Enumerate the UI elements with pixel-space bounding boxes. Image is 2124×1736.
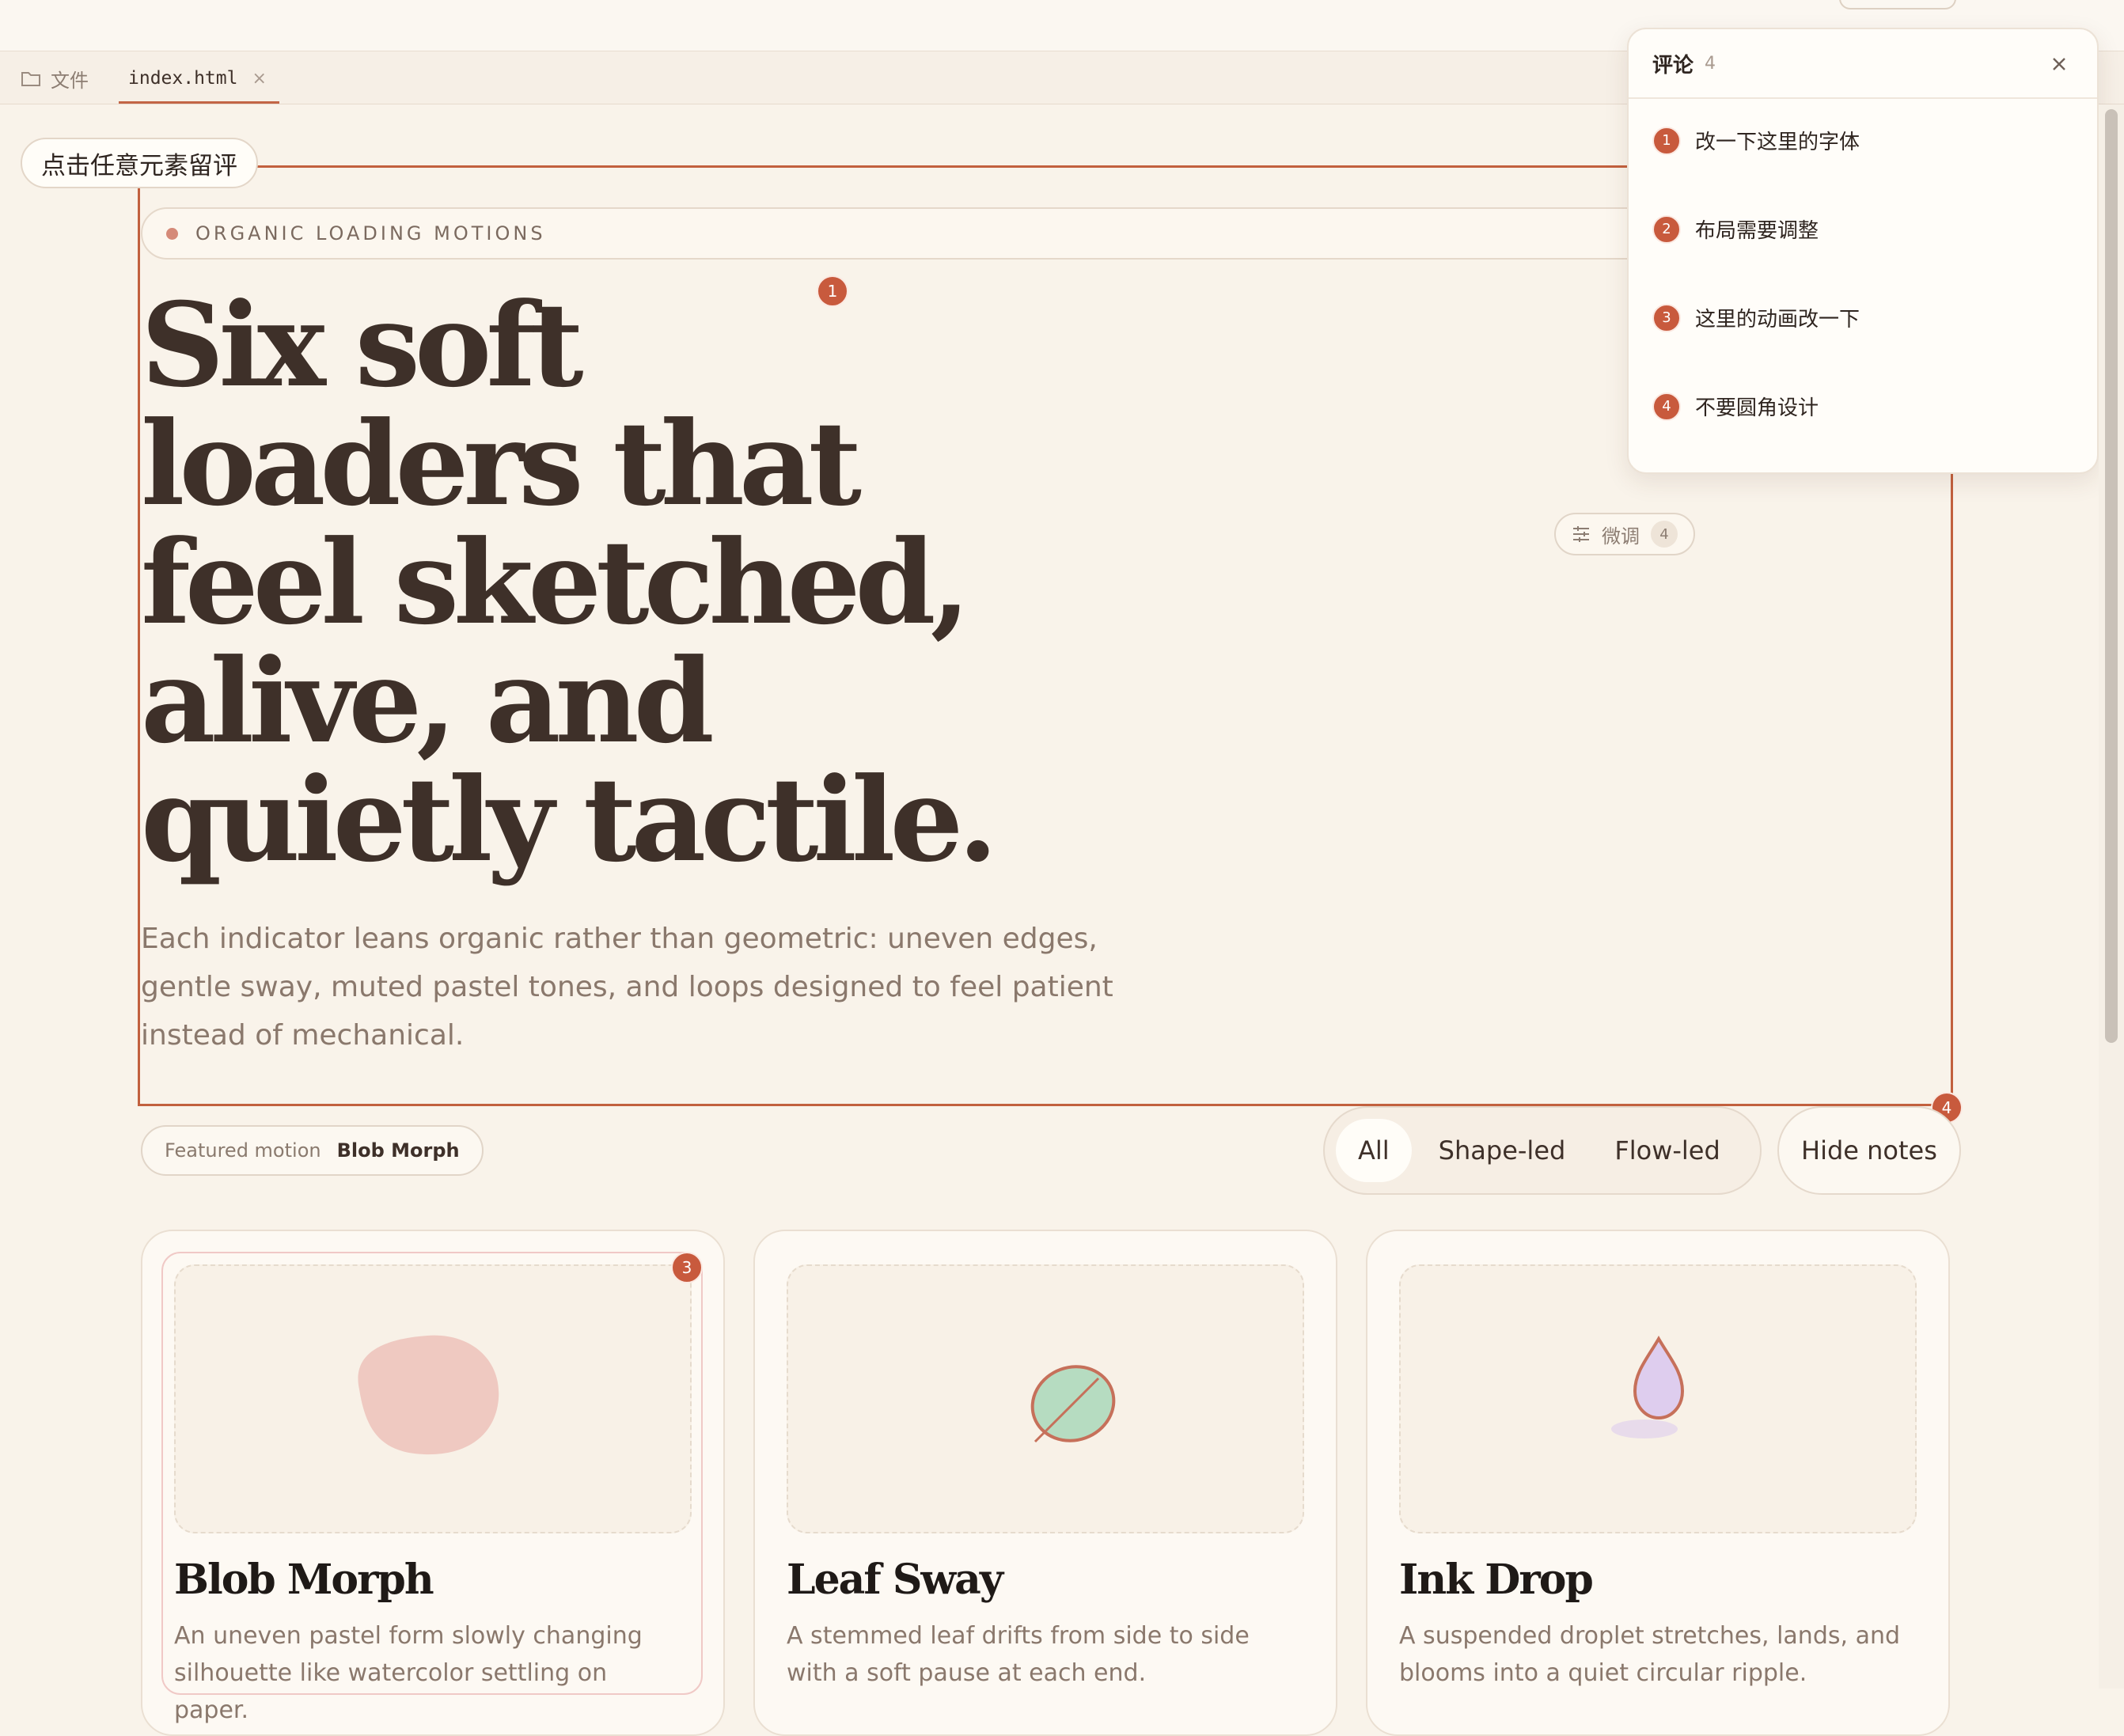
comment-number-badge: 4 xyxy=(1652,392,1681,421)
tab-files[interactable]: 文件 xyxy=(21,65,89,92)
hero-description: Each indicator leans organic rather than… xyxy=(141,923,1113,1052)
loader-card-leaf-sway[interactable]: Leaf Sway A stemmed leaf drifts from sid… xyxy=(753,1230,1337,1736)
selected-card-outline xyxy=(161,1252,703,1695)
tab-index-html[interactable]: index.html × xyxy=(119,55,279,104)
hide-notes-button[interactable]: Hide notes xyxy=(1777,1106,1961,1195)
comment-pin-1[interactable]: 1 xyxy=(817,275,848,307)
sliders-icon xyxy=(1573,526,1589,542)
comment-item[interactable]: 2 布局需要调整 xyxy=(1652,214,1819,244)
comment-hint-pill: 点击任意元素留评 xyxy=(21,138,258,188)
close-icon[interactable] xyxy=(2046,51,2072,77)
comment-number-badge: 1 xyxy=(1652,126,1681,155)
comment-text: 改一下这里的字体 xyxy=(1695,131,1860,154)
close-icon[interactable]: × xyxy=(252,69,266,89)
preview-stage xyxy=(1399,1264,1917,1533)
comment-item[interactable]: 1 改一下这里的字体 xyxy=(1652,126,1860,155)
comment-pin-3[interactable]: 3 xyxy=(671,1252,703,1283)
loader-card-ink-drop[interactable]: Ink Drop A suspended droplet stretches, … xyxy=(1366,1230,1950,1736)
featured-value: Blob Morph xyxy=(336,1139,460,1162)
eyebrow-label: ORGANIC LOADING MOTIONS xyxy=(195,222,546,244)
dot-icon xyxy=(166,227,178,240)
eyebrow-badge: ORGANIC LOADING MOTIONS xyxy=(141,207,1771,260)
comment-item[interactable]: 3 这里的动画改一下 xyxy=(1652,303,1860,332)
tab-files-label: 文件 xyxy=(51,69,89,92)
card-description: A stemmed leaf drifts from side to side … xyxy=(787,1622,1250,1687)
folder-icon xyxy=(21,72,40,86)
featured-motion-chip[interactable]: Featured motion Blob Morph xyxy=(141,1125,484,1176)
tweak-label: 微调 xyxy=(1602,525,1640,548)
hero-headline: Six soft loaders that feel sketched, ali… xyxy=(141,278,998,888)
comments-panel: 评论 4 1 改一下这里的字体 2 布局需要调整 3 这里的动画改一下 4 不要… xyxy=(1627,28,2099,474)
filter-shape-led[interactable]: Shape-led xyxy=(1417,1119,1588,1182)
comment-number-badge: 3 xyxy=(1652,303,1681,332)
preview-stage xyxy=(787,1264,1304,1533)
card-description: A suspended droplet stretches, lands, an… xyxy=(1399,1622,1901,1687)
scrollbar-thumb[interactable] xyxy=(2105,109,2118,1043)
featured-label: Featured motion xyxy=(165,1139,321,1162)
filter-all[interactable]: All xyxy=(1336,1119,1412,1182)
comment-text: 这里的动画改一下 xyxy=(1695,308,1860,332)
filter-segmented-control: All Shape-led Flow-led xyxy=(1323,1106,1762,1195)
comment-number-badge: 2 xyxy=(1652,214,1681,244)
toolbar-button[interactable] xyxy=(1839,0,1956,9)
leaf-icon xyxy=(1030,1365,1116,1443)
comment-item[interactable]: 4 不要圆角设计 xyxy=(1652,392,1819,421)
card-title: Ink Drop xyxy=(1399,1556,1594,1604)
comments-count: 4 xyxy=(1705,53,1716,74)
filter-flow-led[interactable]: Flow-led xyxy=(1592,1119,1742,1182)
comment-text: 布局需要调整 xyxy=(1695,219,1819,243)
comments-panel-title: 评论 xyxy=(1652,53,1694,78)
tweak-count-badge: 4 xyxy=(1651,521,1678,548)
tweak-button[interactable]: 微调 4 xyxy=(1554,513,1695,555)
comments-panel-header: 评论 4 xyxy=(1629,29,2097,99)
comment-text: 不要圆角设计 xyxy=(1695,396,1819,420)
ink-drop-icon xyxy=(1611,1336,1685,1438)
card-title: Leaf Sway xyxy=(787,1556,1003,1604)
tab-file-name: index.html xyxy=(128,68,238,89)
